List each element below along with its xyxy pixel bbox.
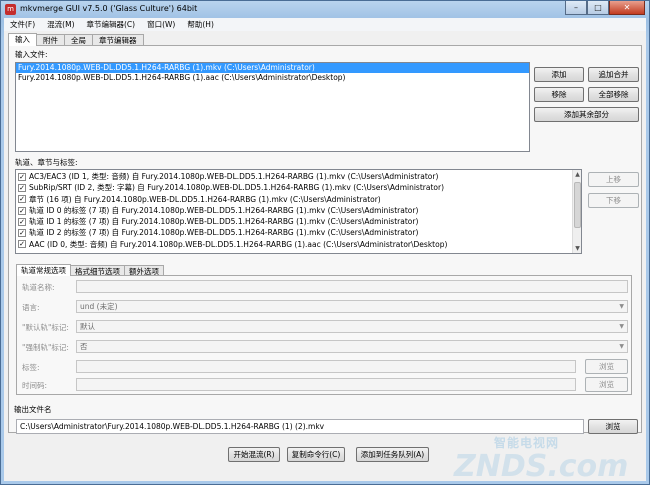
move-up-button[interactable]: 上移 bbox=[588, 172, 639, 187]
minimize-button[interactable]: – bbox=[565, 1, 587, 15]
scroll-down-icon[interactable]: ▼ bbox=[573, 244, 581, 253]
track-row[interactable]: ✓ 轨道 ID 1 的标签 (7 项) 自 Fury.2014.1080p.WEB… bbox=[16, 216, 571, 227]
language-value: und (未定) bbox=[80, 302, 118, 311]
chevron-down-icon: ▼ bbox=[619, 343, 624, 350]
list-item[interactable]: Fury.2014.1080p.WEB-DL.DD5.1.H264-RARBG … bbox=[16, 73, 529, 83]
output-filename-label: 输出文件名 bbox=[14, 405, 52, 414]
tags-browse-button[interactable]: 浏览 bbox=[585, 359, 628, 374]
track-checkbox[interactable]: ✓ bbox=[18, 240, 26, 249]
menu-mux[interactable]: 混流(M) bbox=[41, 18, 80, 31]
add-to-job-queue-button[interactable]: 添加到任务队列(A) bbox=[356, 447, 429, 462]
list-item[interactable]: Fury.2014.1080p.WEB-DL.DD5.1.H264-RARBG … bbox=[16, 63, 529, 73]
maximize-button[interactable]: □ bbox=[587, 1, 609, 15]
timecodes-browse-button[interactable]: 浏览 bbox=[585, 377, 628, 392]
forced-flag-select[interactable]: 否 ▼ bbox=[76, 340, 628, 353]
input-files-list[interactable]: Fury.2014.1080p.WEB-DL.DD5.1.H264-RARBG … bbox=[15, 62, 530, 152]
append-button[interactable]: 追加合并 bbox=[588, 67, 639, 82]
scroll-up-icon[interactable]: ▲ bbox=[573, 170, 581, 179]
menu-help[interactable]: 帮助(H) bbox=[181, 18, 220, 31]
default-flag-select[interactable]: 默认 ▼ bbox=[76, 320, 628, 333]
track-row[interactable]: ✓ 轨道 ID 2 的标签 (7 项) 自 Fury.2014.1080p.WEB… bbox=[16, 227, 571, 238]
tracks-scrollbar[interactable]: ▲ ▼ bbox=[572, 170, 581, 253]
chevron-down-icon: ▼ bbox=[619, 323, 624, 330]
track-row[interactable]: ✓ AC3/EAC3 (ID 1, 类型: 音频) 自 Fury.2014.108… bbox=[16, 171, 571, 182]
tracks-list[interactable]: ✓ AC3/EAC3 (ID 1, 类型: 音频) 自 Fury.2014.108… bbox=[15, 169, 582, 254]
track-row[interactable]: ✓ SubRip/SRT (ID 2, 类型: 字幕) 自 Fury.2014.1… bbox=[16, 182, 571, 193]
output-filename-input[interactable]: C:\Users\Administrator\Fury.2014.1080p.W… bbox=[16, 419, 584, 434]
tracks-label: 轨道、章节与标签: bbox=[15, 158, 78, 167]
track-label: 轨道 ID 2 的标签 (7 项) 自 Fury.2014.1080p.WEB-… bbox=[29, 228, 419, 238]
track-checkbox[interactable]: ✓ bbox=[18, 183, 26, 192]
language-select[interactable]: und (未定) ▼ bbox=[76, 300, 628, 313]
scroll-thumb[interactable] bbox=[574, 182, 581, 228]
main-window: m mkvmerge GUI v7.5.0 ('Glass Culture') … bbox=[0, 0, 650, 485]
add-button[interactable]: 添加 bbox=[534, 67, 584, 82]
track-checkbox[interactable]: ✓ bbox=[18, 195, 26, 204]
tags-input[interactable] bbox=[76, 360, 576, 373]
menu-window[interactable]: 窗口(W) bbox=[141, 18, 181, 31]
close-button[interactable]: ✕ bbox=[609, 1, 645, 15]
mkv-icon: m bbox=[5, 4, 16, 15]
remove-all-button[interactable]: 全部移除 bbox=[588, 87, 639, 102]
title-bar[interactable]: m mkvmerge GUI v7.5.0 ('Glass Culture') … bbox=[1, 1, 649, 18]
track-row[interactable]: ✓ 章节 (16 项) 自 Fury.2014.1080p.WEB-DL.DD5.… bbox=[16, 194, 571, 205]
input-files-label: 输入文件: bbox=[15, 50, 48, 59]
chevron-down-icon: ▼ bbox=[619, 303, 624, 310]
tab-input[interactable]: 输入 bbox=[8, 33, 37, 46]
general-track-options-panel: 轨道名称: 语言: und (未定) ▼ "默认轨"标记: 默认 ▼ "强制轨"标记… bbox=[16, 275, 632, 395]
tags-label: 标签: bbox=[22, 363, 40, 372]
track-label: 章节 (16 项) 自 Fury.2014.1080p.WEB-DL.DD5.1… bbox=[29, 194, 381, 204]
track-checkbox[interactable]: ✓ bbox=[18, 217, 26, 226]
track-label: 轨道 ID 1 的标签 (7 项) 自 Fury.2014.1080p.WEB-… bbox=[29, 217, 419, 227]
menu-file[interactable]: 文件(F) bbox=[4, 18, 41, 31]
track-row[interactable]: ✓ AAC (ID 0, 类型: 音频) 自 Fury.2014.1080p.WE… bbox=[16, 239, 571, 250]
copy-command-line-button[interactable]: 复制命令行(C) bbox=[287, 447, 345, 462]
track-checkbox[interactable]: ✓ bbox=[18, 206, 26, 215]
window-title: mkvmerge GUI v7.5.0 ('Glass Culture') 64… bbox=[20, 4, 198, 13]
content-area: 输入 附件 全局 章节编辑器 输入文件: Fury.2014.1080p.WEB… bbox=[4, 31, 646, 484]
timecodes-label: 时间码: bbox=[22, 381, 48, 390]
default-flag-label: "默认轨"标记: bbox=[22, 323, 69, 332]
track-name-input[interactable] bbox=[76, 280, 628, 293]
forced-flag-value: 否 bbox=[80, 342, 88, 351]
track-row[interactable]: ✓ 轨道 ID 0 的标签 (7 项) 自 Fury.2014.1080p.WEB… bbox=[16, 205, 571, 216]
add-other-parts-button[interactable]: 添加其余部分 bbox=[534, 107, 639, 122]
language-label: 语言: bbox=[22, 303, 40, 312]
watermark-logo: ZNDS.com bbox=[454, 449, 629, 484]
track-label: AAC (ID 0, 类型: 音频) 自 Fury.2014.1080p.WEB… bbox=[29, 239, 448, 249]
tab-general-track-options[interactable]: 轨道常规选项 bbox=[16, 264, 71, 276]
track-checkbox[interactable]: ✓ bbox=[18, 229, 26, 238]
track-label: AC3/EAC3 (ID 1, 类型: 音频) 自 Fury.2014.1080… bbox=[29, 172, 439, 181]
default-flag-value: 默认 bbox=[80, 322, 95, 331]
forced-flag-label: "强制轨"标记: bbox=[22, 343, 69, 352]
track-label: SubRip/SRT (ID 2, 类型: 字幕) 自 Fury.2014.10… bbox=[29, 183, 444, 193]
remove-button[interactable]: 移除 bbox=[534, 87, 584, 102]
menu-chapter-editor[interactable]: 章节编辑器(C) bbox=[81, 18, 142, 31]
start-muxing-button[interactable]: 开始混流(R) bbox=[228, 447, 280, 462]
menu-bar: 文件(F) 混流(M) 章节编辑器(C) 窗口(W) 帮助(H) bbox=[4, 18, 646, 31]
track-checkbox[interactable]: ✓ bbox=[18, 172, 26, 181]
track-name-label: 轨道名称: bbox=[22, 283, 55, 292]
timecodes-input[interactable] bbox=[76, 378, 576, 391]
move-down-button[interactable]: 下移 bbox=[588, 193, 639, 208]
track-label: 轨道 ID 0 的标签 (7 项) 自 Fury.2014.1080p.WEB-… bbox=[29, 205, 419, 215]
output-browse-button[interactable]: 浏览 bbox=[588, 419, 638, 434]
